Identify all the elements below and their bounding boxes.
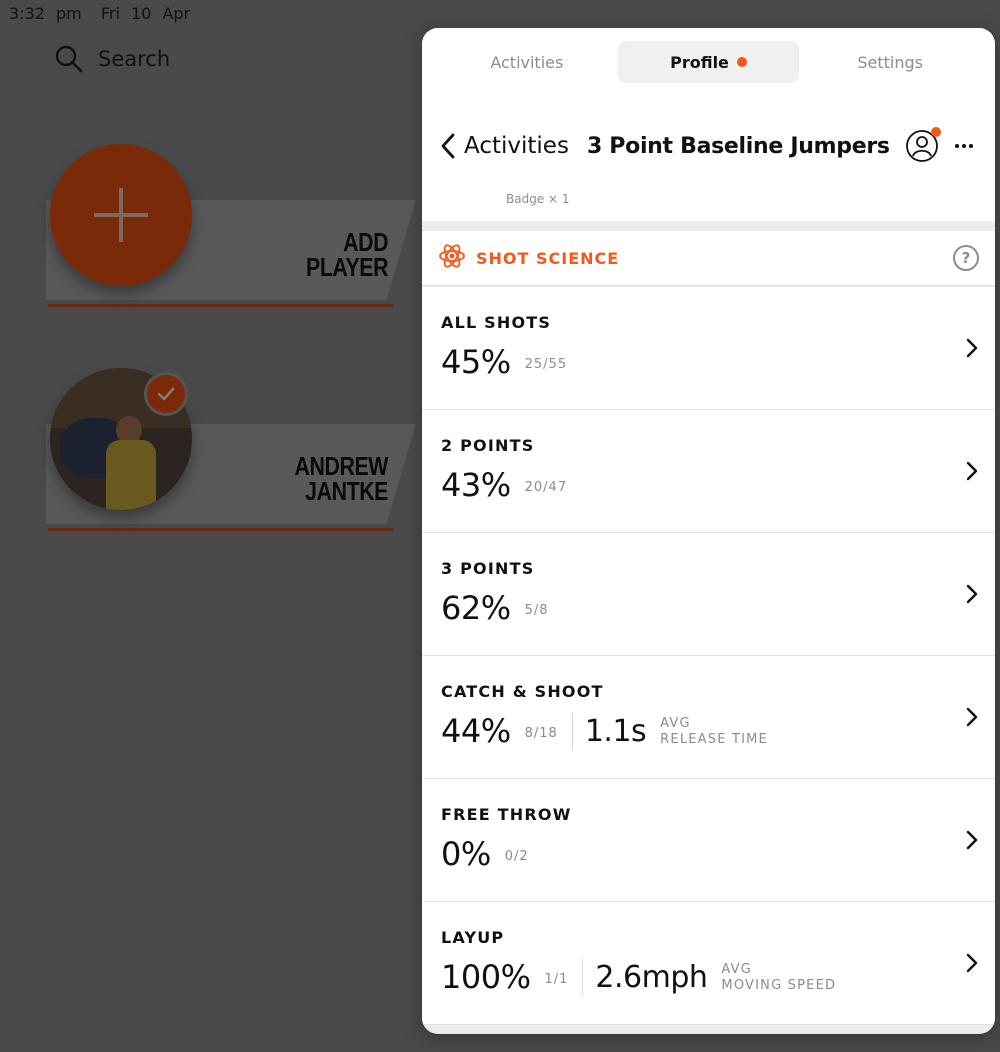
stat-values: 62% 5/8 [441,588,995,628]
stat-percentage: 44% [441,712,511,750]
stat-divider [571,713,573,749]
back-label: Activities [464,133,569,159]
more-dot [955,144,959,148]
section-title: SHOT SCIENCE [476,248,620,268]
stat-fraction: 1/1 [544,971,569,987]
player-name-line2: JANTKE [305,476,388,506]
stat-divider [582,959,584,995]
stat-fraction: 8/18 [524,725,558,741]
add-player-card[interactable]: ADD PLAYER [46,144,426,314]
avatar-photo-jersey [106,440,156,510]
stat-title: 3 POINTS [441,559,535,578]
notification-dot [931,127,941,137]
chevron-right-icon [966,953,978,973]
status-time: 3:32 pm [9,4,82,23]
stat-row-layup[interactable]: LAYUP 100% 1/1 2.6mph AVG MOVING SPEED [422,902,995,1025]
player-card-andrew[interactable]: ANDREW JANTKE [46,368,426,538]
stat-metric-label: AVG RELEASE TIME [660,716,768,748]
search-icon [55,45,83,73]
stat-metric-label-line2: MOVING SPEED [721,978,837,993]
check-icon [157,387,175,401]
stat-title: 2 POINTS [441,436,535,455]
help-icon[interactable]: ? [953,245,979,271]
chevron-right-icon [966,830,978,850]
page-title: 3 Point Baseline Jumpers [586,133,890,159]
stat-percentage: 43% [441,466,511,504]
stat-row-2-points[interactable]: 2 POINTS 43% 20/47 [422,410,995,533]
stat-title: FREE THROW [441,805,572,824]
stat-fraction: 20/47 [524,479,568,495]
status-date: Fri 10 Apr [100,4,191,23]
stat-percentage: 0% [441,835,491,873]
popover-header: Activities Profile Settings Activities 3… [422,28,995,221]
atom-icon [438,242,466,275]
tab-profile[interactable]: Profile [617,41,800,83]
search-label: Search [98,47,171,71]
stat-row-3-points[interactable]: 3 POINTS 62% 5/8 [422,533,995,656]
stat-percentage: 62% [441,589,511,627]
status-bar: 3:32 pm Fri 10 Apr [9,4,190,23]
card-underline [48,528,394,531]
stat-values: 43% 20/47 [441,465,995,505]
stat-metric-label-line1: AVG [721,962,753,977]
notification-dot [736,57,747,67]
stat-row-free-throw[interactable]: FREE THROW 0% 0/2 [422,779,995,902]
stat-row-catch-and-shoot[interactable]: CATCH & SHOOT 44% 8/18 1.1s AVG RELEASE … [422,656,995,779]
nav-row: Activities 3 Point Baseline Jumpers [438,127,979,164]
profile-button[interactable] [905,127,941,163]
stat-fraction: 0/2 [504,848,529,864]
tab-bar: Activities Profile Settings [436,41,981,83]
tab-activities-label: Activities [490,52,564,72]
card-underline [48,304,394,307]
stat-percentage: 45% [441,343,511,381]
add-player-line2: PLAYER [305,252,388,282]
stat-values: 44% 8/18 1.1s AVG RELEASE TIME [441,711,995,751]
stat-title: ALL SHOTS [441,313,552,332]
stat-title: LAYUP [441,928,505,947]
stat-percentage: 100% [441,958,531,996]
stat-row-all-shots[interactable]: ALL SHOTS 45% 25/55 [422,287,995,410]
stat-metric-label-line2: RELEASE TIME [660,732,768,747]
stat-values: 100% 1/1 2.6mph AVG MOVING SPEED [441,957,995,997]
stat-metric: 1.1s [584,713,647,749]
chevron-left-icon [441,133,455,159]
stat-metric-label-line1: AVG [660,716,691,731]
stat-fraction: 25/55 [524,356,568,372]
stat-fraction: 5/8 [524,602,549,618]
add-player-label: ADD PLAYER [305,229,388,282]
shot-science-header: SHOT SCIENCE ? [422,231,995,286]
player-name: ANDREW JANTKE [295,453,389,506]
chevron-right-icon [966,584,978,604]
back-button[interactable]: Activities [438,132,569,160]
nav-actions [905,127,979,163]
search-bar[interactable]: Search [54,44,170,74]
stat-values: 0% 0/2 [441,834,995,874]
more-options-icon[interactable] [949,131,979,161]
stat-metric: 2.6mph [595,959,708,995]
tab-profile-label: Profile [670,52,729,72]
stats-list: ALL SHOTS 45% 25/55 2 POINTS 43% 20/47 3… [422,287,995,1025]
tab-activities[interactable]: Activities [436,41,618,83]
chevron-right-icon [966,338,978,358]
activity-popover: Activities Profile Settings Activities 3… [422,28,995,1034]
badge-count: Badge × 1 [506,192,570,206]
tab-settings[interactable]: Settings [799,41,981,83]
more-dot [962,144,966,148]
stat-title: CATCH & SHOOT [441,682,604,701]
chevron-right-icon [966,707,978,727]
add-player-button[interactable] [50,144,192,286]
stat-values: 45% 25/55 [441,342,995,382]
chevron-right-icon [966,461,978,481]
more-dot [969,144,973,148]
plus-icon-vertical [119,188,123,242]
selected-check-badge [144,372,188,416]
stat-metric-label: AVG MOVING SPEED [721,962,836,994]
tab-settings-label: Settings [857,52,923,72]
